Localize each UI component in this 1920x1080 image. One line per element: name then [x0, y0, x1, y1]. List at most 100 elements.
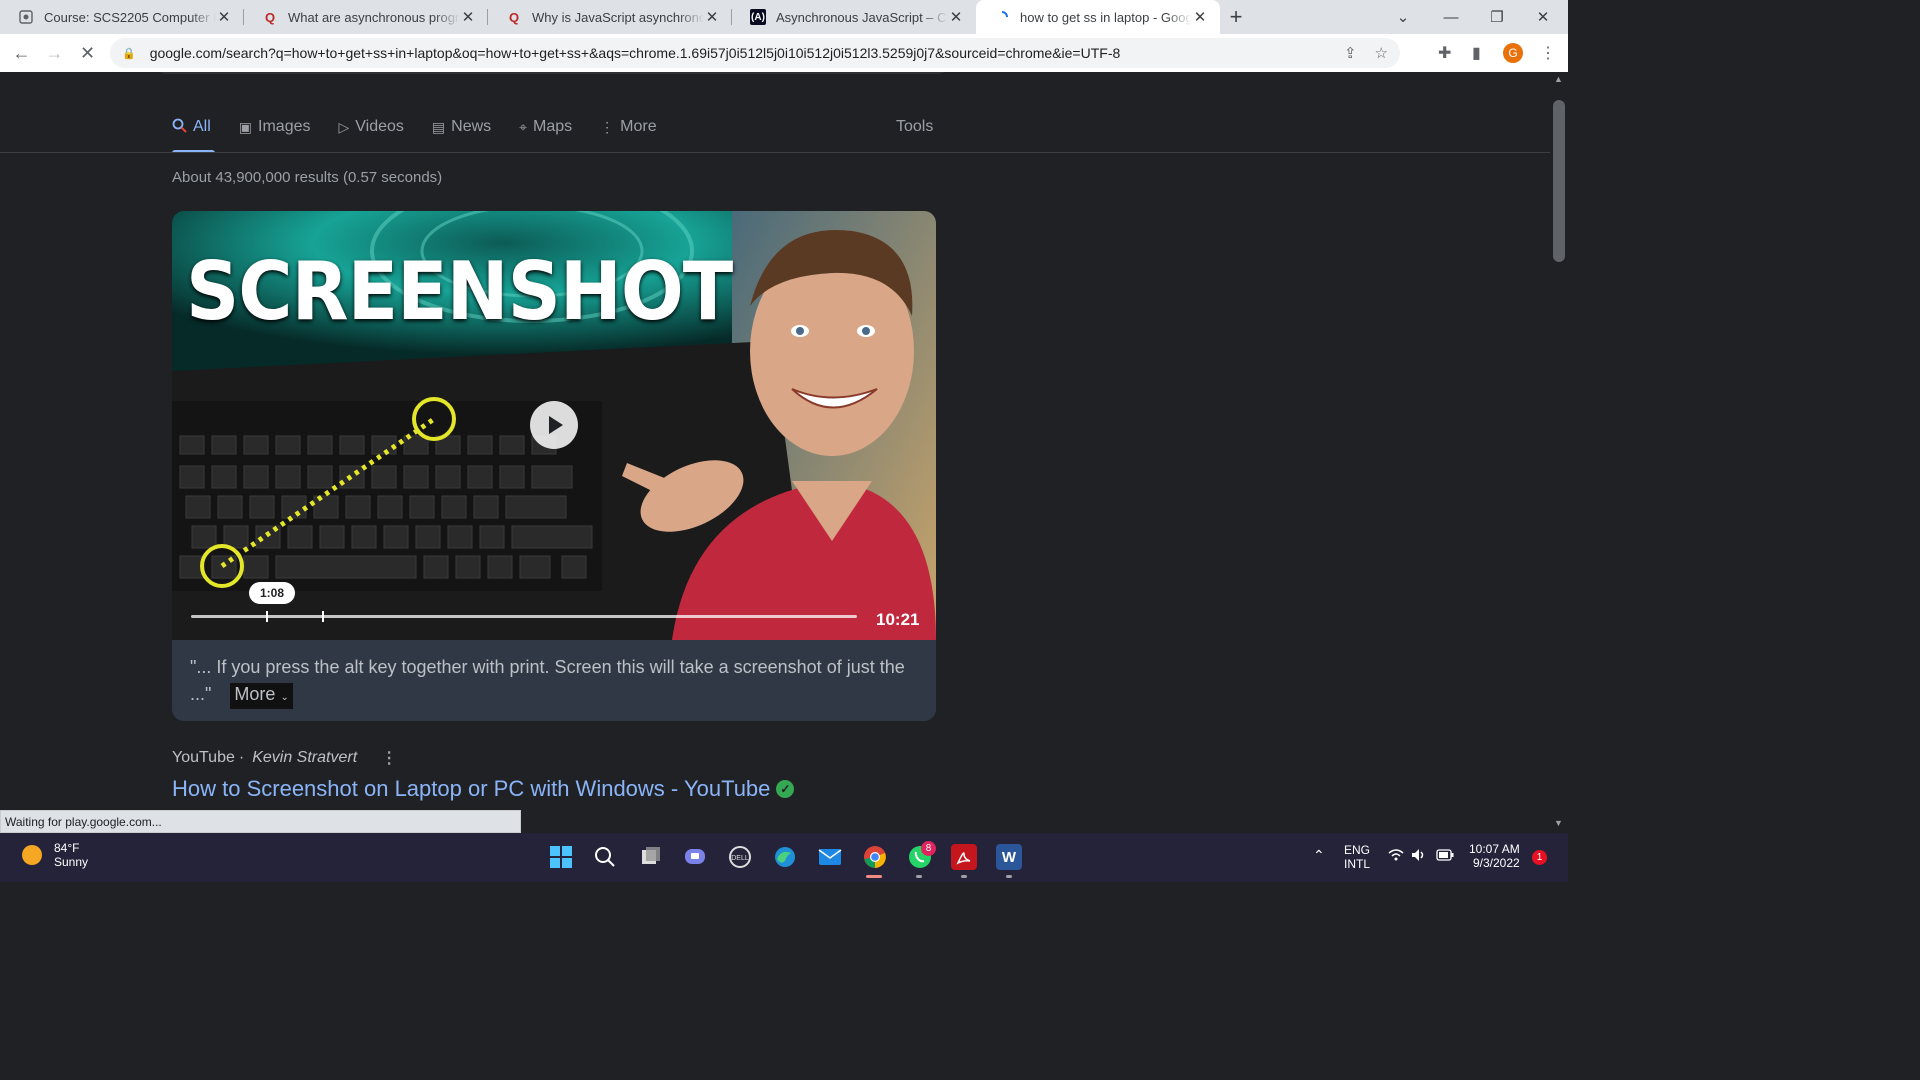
side-panel-icon[interactable]: ▮ [1472, 34, 1481, 72]
close-tab-icon[interactable]: ✕ [704, 8, 720, 26]
wifi-icon[interactable] [1388, 848, 1404, 865]
search-results-page: All ▣ Images ▷ Videos ▤ News ⌖ Maps ⋮ Mo… [0, 72, 1550, 832]
tab-videos[interactable]: ▷ Videos [338, 116, 403, 138]
key-moment-segment [266, 611, 324, 622]
minimize-button[interactable]: — [1428, 0, 1474, 34]
menu-kebab-icon[interactable]: ⋮ [1540, 34, 1556, 72]
windows-taskbar: 84°F Sunny DELL 8 W ⌃ ENG INTL 10:07 AM … [0, 833, 1568, 882]
clock[interactable]: 10:07 AM 9/3/2022 [1469, 842, 1520, 870]
close-tab-icon[interactable]: ✕ [216, 8, 232, 26]
tab-title: Asynchronous JavaScript – Callba [776, 9, 948, 25]
search-box-edge [155, 72, 950, 74]
play-button[interactable] [530, 401, 578, 449]
chrome-icon[interactable] [862, 844, 888, 870]
address-bar[interactable]: 🔒 google.com/search?q=how+to+get+ss+in+l… [110, 38, 1400, 68]
close-tab-icon[interactable]: ✕ [948, 8, 964, 26]
page-scrollbar[interactable]: ▲ ▼ [1550, 72, 1568, 832]
profile-avatar[interactable]: G [1503, 34, 1523, 72]
freecodecamp-icon: (A) [750, 9, 766, 25]
result-title-link[interactable]: How to Screenshot on Laptop or PC with W… [172, 776, 795, 802]
divider [0, 152, 1550, 153]
tools-button[interactable]: Tools [896, 118, 933, 136]
play-icon [549, 416, 563, 434]
search-icon[interactable] [592, 844, 618, 870]
video-thumbnail[interactable]: SCREENSHOT 1:08 10:21 [172, 211, 936, 640]
tab-news[interactable]: ▤ News [432, 116, 491, 138]
weather-widget[interactable]: 84°F Sunny [22, 841, 88, 869]
more-button[interactable]: More ⌄ [230, 683, 293, 709]
restore-button[interactable]: ❐ [1474, 0, 1520, 34]
tab-title: What are asynchronous program [288, 9, 460, 25]
running-indicator [1006, 875, 1012, 878]
timestamp-marker[interactable]: 1:08 [249, 582, 295, 604]
language-indicator[interactable]: ENG INTL [1344, 843, 1370, 871]
browser-tab-1[interactable]: Course: SCS2205 Computer Netw ✕ [0, 0, 244, 34]
weather-condition: Sunny [54, 855, 89, 869]
video-progress-track[interactable] [191, 611, 857, 622]
more-options-icon[interactable]: ⋮ [381, 748, 397, 768]
result-author: Kevin Stratvert [252, 749, 358, 766]
video-duration: 10:21 [876, 610, 920, 629]
forward-button[interactable]: → [38, 34, 71, 72]
acrobat-reader-icon[interactable] [951, 844, 977, 870]
stop-loading-button[interactable]: ✕ [71, 34, 104, 72]
browser-tab-3[interactable]: Q Why is JavaScript asynchronous? ✕ [488, 0, 732, 34]
video-transcript-snippet: "... If you press the alt key together w… [172, 640, 936, 721]
teams-chat-icon[interactable] [682, 844, 708, 870]
news-icon: ▤ [431, 118, 446, 135]
weather-temperature: 84°F [54, 841, 80, 855]
result-source: YouTube [172, 749, 235, 766]
close-tab-icon[interactable]: ✕ [460, 8, 476, 26]
bookmark-star-icon[interactable]: ☆ [1375, 44, 1388, 62]
tab-all[interactable]: All [172, 116, 211, 138]
quora-icon: Q [508, 9, 520, 25]
dell-icon[interactable]: DELL [727, 844, 753, 870]
more-vertical-icon: ⋮ [600, 118, 615, 135]
quora-icon: Q [264, 9, 276, 25]
tab-more[interactable]: ⋮ More [600, 116, 656, 138]
scrollbar-thumb[interactable] [1553, 100, 1565, 262]
back-button[interactable]: ← [5, 34, 38, 72]
result-source-line: YouTube · Kevin Stratvert ⋮ [172, 748, 397, 768]
tab-title: Why is JavaScript asynchronous? [532, 9, 704, 25]
task-view-icon[interactable] [638, 844, 664, 870]
mail-icon[interactable] [817, 844, 843, 870]
windows-start-icon[interactable] [548, 844, 574, 870]
tab-title: Course: SCS2205 Computer Netw [44, 9, 216, 25]
browser-tab-4[interactable]: (A) Asynchronous JavaScript – Callba ✕ [732, 0, 976, 34]
scroll-up-arrow-icon[interactable]: ▲ [1554, 74, 1563, 84]
close-window-button[interactable]: ✕ [1520, 0, 1566, 34]
tab-title: how to get ss in laptop - Google [1020, 9, 1192, 25]
battery-icon[interactable] [1436, 849, 1454, 864]
featured-video-card[interactable]: SCREENSHOT 1:08 10:21 "... If you press … [172, 211, 936, 721]
share-icon[interactable]: ⇪ [1344, 44, 1357, 62]
browser-tab-5-active[interactable]: how to get ss in laptop - Google ✕ [976, 0, 1220, 34]
volume-icon[interactable] [1411, 848, 1427, 865]
browser-tab-2[interactable]: Q What are asynchronous program ✕ [244, 0, 488, 34]
extensions-icon[interactable]: ✚ [1438, 34, 1451, 72]
chevron-up-icon[interactable]: ⌃ [1313, 847, 1325, 864]
toolbar: ← → ✕ 🔒 google.com/search?q=how+to+get+s… [0, 34, 1568, 72]
new-tab-button[interactable]: + [1220, 0, 1252, 34]
edge-browser-icon[interactable] [772, 844, 798, 870]
whatsapp-unread-badge: 8 [921, 841, 936, 856]
running-indicator [961, 875, 967, 878]
lock-icon: 🔒 [122, 47, 136, 60]
video-icon: ▷ [338, 118, 350, 135]
thumbnail-title-text: SCREENSHOT [186, 245, 733, 339]
word-icon[interactable]: W [996, 844, 1022, 870]
result-stats: About 43,900,000 results (0.57 seconds) [172, 169, 443, 186]
notification-badge[interactable]: 1 [1532, 850, 1547, 865]
scroll-down-arrow-icon[interactable]: ▼ [1554, 818, 1563, 828]
tab-images[interactable]: ▣ Images [239, 116, 311, 138]
url-text: google.com/search?q=how+to+get+ss+in+lap… [149, 45, 1121, 61]
search-icon [172, 118, 187, 136]
image-icon: ▣ [238, 118, 253, 135]
close-tab-icon[interactable]: ✕ [1192, 8, 1208, 26]
tab-search-icon[interactable]: ⌄ [1380, 0, 1426, 34]
running-indicator [916, 875, 922, 878]
tab-strip: Course: SCS2205 Computer Netw ✕ Q What a… [0, 0, 1568, 34]
sun-icon [22, 845, 42, 865]
moodle-icon [18, 9, 34, 25]
tab-maps[interactable]: ⌖ Maps [519, 116, 572, 138]
